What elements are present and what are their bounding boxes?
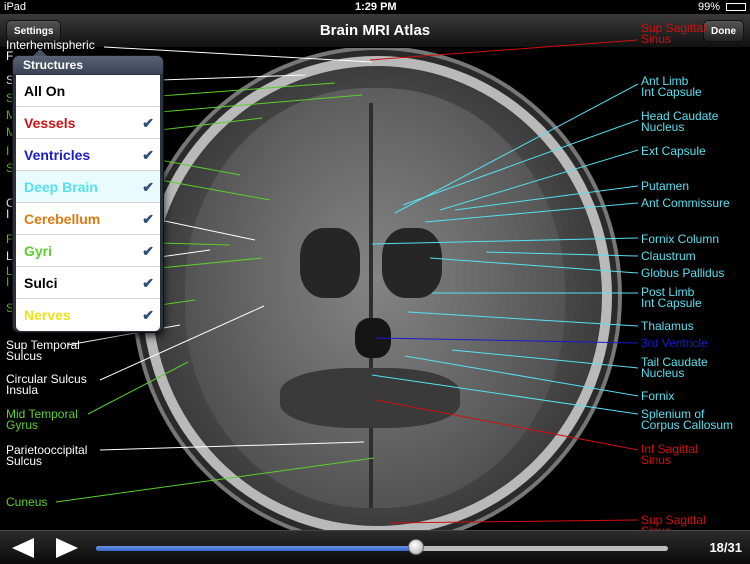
checkmark-icon: ✔	[142, 275, 154, 291]
nav-bar: Settings Brain MRI Atlas Done	[0, 14, 750, 48]
checkmark-icon: ✔	[142, 307, 154, 323]
done-button[interactable]: Done	[703, 20, 744, 42]
structure-item-deep-brain[interactable]: Deep Brain ✔	[16, 171, 160, 203]
slice-slider-track[interactable]	[96, 546, 668, 551]
structure-item-cerebellum[interactable]: Cerebellum ✔	[16, 203, 160, 235]
status-bar: iPad 1:29 PM 99%	[0, 0, 750, 14]
checkmark-icon: ✔	[142, 147, 154, 163]
slice-slider-fill	[96, 546, 417, 551]
device-label: iPad	[4, 1, 27, 13]
structure-item-sulci[interactable]: Sulci ✔	[16, 267, 160, 299]
previous-button[interactable]	[8, 537, 38, 559]
structures-list: All On Vessels ✔ Ventricles ✔ Deep Brain ✔ …	[16, 75, 160, 331]
checkmark-icon: ✔	[142, 211, 154, 227]
right-arrow-icon	[56, 538, 78, 558]
right-ventricle	[382, 228, 442, 298]
checkmark-icon: ✔	[142, 243, 154, 259]
brain-tissue	[185, 88, 565, 508]
third-ventricle	[355, 318, 391, 358]
popover-title: Structures	[13, 56, 163, 74]
structure-item-gyri[interactable]: Gyri ✔	[16, 235, 160, 267]
left-arrow-icon	[12, 538, 34, 558]
bottom-toolbar: 18/31	[0, 530, 750, 564]
structure-item-nerves[interactable]: Nerves ✔	[16, 299, 160, 331]
next-button[interactable]	[52, 537, 82, 559]
slice-counter: 18/31	[709, 540, 742, 555]
clock: 1:29 PM	[355, 1, 397, 13]
battery-icon	[726, 3, 746, 11]
left-ventricle	[300, 228, 360, 298]
checkmark-icon: ✔	[142, 115, 154, 131]
checkmark-icon: ✔	[142, 179, 154, 195]
structures-popover: Structures All On Vessels ✔ Ventricles ✔ D…	[12, 49, 164, 333]
structure-item-ventricles[interactable]: Ventricles ✔	[16, 139, 160, 171]
slice-slider-thumb[interactable]	[408, 539, 425, 555]
structure-item-vessels[interactable]: Vessels ✔	[16, 107, 160, 139]
battery-percent: 99%	[697, 1, 720, 13]
posterior-region	[280, 368, 460, 428]
popover-arrow	[33, 49, 47, 56]
structure-item-all-on[interactable]: All On	[16, 75, 160, 107]
interhemispheric-fissure	[369, 103, 373, 508]
page-title: Brain MRI Atlas	[319, 22, 431, 39]
